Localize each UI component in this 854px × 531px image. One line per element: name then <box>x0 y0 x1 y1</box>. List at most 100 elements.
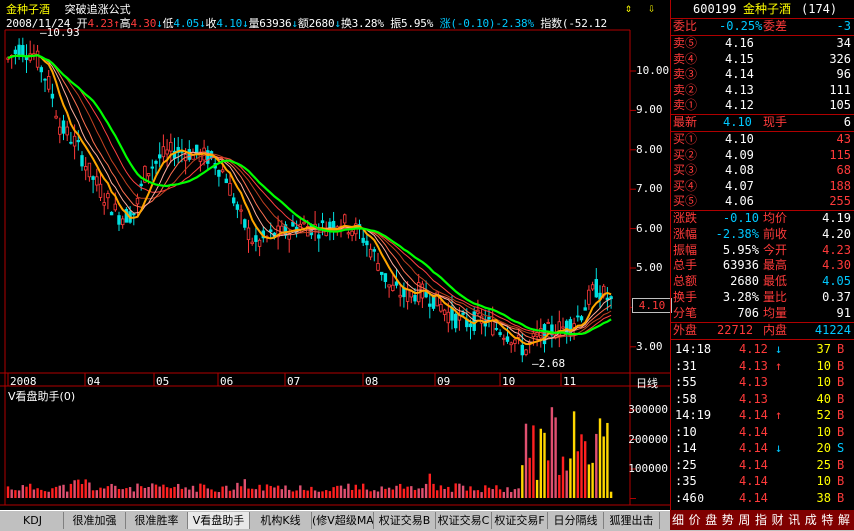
stat-row[interactable]: 总额 2680 最低 4.05 <box>671 274 854 289</box>
volume-bar <box>376 491 380 498</box>
indicator-tab[interactable]: 很准胜率 <box>126 512 188 529</box>
stat-row[interactable]: 分笔 706 均量 91 <box>671 306 854 321</box>
candle-body <box>453 313 458 329</box>
tick-row[interactable]: 14:18 4.12 ↓ 37 B <box>671 342 854 357</box>
indicator-tab[interactable]: 狐狸出击 <box>604 512 660 529</box>
volume-bar <box>99 487 102 498</box>
candle-body <box>350 230 354 236</box>
candle-body <box>361 237 365 243</box>
stat-label: 涨幅 <box>673 226 698 241</box>
indicator-tab[interactable]: V看盘助手 <box>188 512 250 529</box>
indicator-tab[interactable]: (修V超级MACD <box>312 512 374 529</box>
tick-price: 4.14 <box>739 408 768 422</box>
panel-tab[interactable]: 细 <box>672 512 684 528</box>
buy-price: 4.07 <box>725 178 754 193</box>
panel-tab[interactable]: 指 <box>755 512 767 528</box>
candle-body <box>494 328 499 330</box>
volume-bar <box>317 491 320 498</box>
buy-row[interactable]: 买⑤ 4.06 255 <box>671 194 854 209</box>
sell-level-label: 卖③ <box>673 67 698 82</box>
indicator-tab[interactable]: 机构K线 <box>250 512 312 529</box>
volume-bar <box>432 483 435 498</box>
panel-tab[interactable]: 周 <box>738 512 750 528</box>
neipan-value: 41224 <box>814 323 851 337</box>
candle-body <box>47 76 51 90</box>
candle-body <box>121 218 125 226</box>
sell-row[interactable]: 卖⑤ 4.16 34 <box>671 36 854 51</box>
stat-row[interactable]: 涨跌 -0.10 均价 4.19 <box>671 211 854 226</box>
kline-chart-area[interactable]: 金种子酒 突破追涨公式 2008/11/24 开4.23↑高4.30↓低4.05… <box>0 0 704 510</box>
indicator-tab[interactable]: 权证交易B <box>374 512 436 529</box>
turnover-label: 换 <box>340 17 352 30</box>
volume-bar <box>73 480 76 498</box>
tick-row[interactable]: :31 4.13 ↑ 10 B <box>671 359 854 374</box>
tick-row[interactable]: 14:19 4.14 ↑ 52 B <box>671 408 854 423</box>
buy-volume: 188 <box>829 178 851 193</box>
stat-row[interactable]: 换手 3.28% 量比 0.37 <box>671 290 854 305</box>
panel-tab[interactable]: 价 <box>689 512 701 528</box>
candle-body <box>594 279 598 298</box>
buy-row[interactable]: 买④ 4.07 188 <box>671 179 854 194</box>
candle-body <box>579 316 584 321</box>
sell-row[interactable]: 卖② 4.13 111 <box>671 83 854 98</box>
current-price-value: 4.10 <box>638 299 666 312</box>
volume-bar <box>147 486 150 498</box>
volume-bar <box>336 485 339 498</box>
sell-row[interactable]: 卖③ 4.14 96 <box>671 67 854 82</box>
panel-tab[interactable]: 财 <box>772 512 784 528</box>
index-label: 指数 <box>540 17 562 30</box>
volume-bar <box>106 486 110 498</box>
pin-icon[interactable]: ⇩ <box>648 1 655 15</box>
tick-price: 4.14 <box>739 474 768 488</box>
panel-tab[interactable]: 特 <box>821 512 833 528</box>
panel-tab[interactable]: 解 <box>838 512 850 528</box>
stat-value: -0.10 <box>722 211 759 225</box>
kline-chart-svg[interactable] <box>0 0 670 510</box>
panel-tab[interactable]: 讯 <box>788 512 800 528</box>
volume-bar <box>84 479 87 498</box>
volume-bar <box>14 490 17 498</box>
volume-bar <box>465 490 468 498</box>
tick-row[interactable]: :46 4.14 38 B <box>671 491 854 506</box>
sell-row[interactable]: 卖① 4.12 105 <box>671 98 854 113</box>
tick-volume: 10 <box>816 375 831 389</box>
indicator-tab[interactable]: 日分隔线 <box>548 512 604 529</box>
panel-tab[interactable]: 势 <box>722 512 734 528</box>
buy-row[interactable]: 买① 4.10 43 <box>671 132 854 147</box>
sell-volume: 34 <box>836 36 851 50</box>
buy-row[interactable]: 买② 4.09 115 <box>671 148 854 163</box>
tick-row[interactable]: :10 4.14 10 B <box>671 425 854 440</box>
indicator-tab[interactable]: 权证交易F <box>492 512 548 529</box>
tick-row[interactable]: :35 4.14 10 B <box>671 474 854 489</box>
candle-body <box>587 289 591 305</box>
candle-body <box>368 248 373 258</box>
tick-price: 4.14 <box>739 457 768 472</box>
tick-row[interactable]: :55 4.13 10 B <box>671 375 854 390</box>
indicator-tab[interactable]: KDJ <box>2 512 64 529</box>
candle-body <box>413 294 417 302</box>
buy-volume: 68 <box>836 163 851 178</box>
subchart-title[interactable]: V看盘助手(0) <box>8 388 75 404</box>
tick-row[interactable]: :14 4.14 ↓ 20 S <box>671 441 854 456</box>
volume-bar <box>91 490 95 498</box>
tick-row[interactable]: :58 4.13 40 B <box>671 392 854 407</box>
stat-row[interactable]: 涨幅 -2.38% 前收 4.20 <box>671 227 854 242</box>
volume-bar <box>373 490 376 498</box>
sell-row[interactable]: 卖④ 4.15 326 <box>671 52 854 67</box>
current-price-tag: 4.10 <box>632 298 672 313</box>
panel-tab[interactable]: 盘 <box>705 512 717 528</box>
stat-row[interactable]: 总手 63936 最高 4.30 <box>671 258 854 273</box>
volume-bar <box>498 489 502 498</box>
expand-arrows-icon[interactable]: ⇕ <box>625 1 632 15</box>
volume-bar <box>528 457 531 498</box>
tick-arrow-icon: ↑ <box>775 358 783 373</box>
candle-body <box>80 155 84 167</box>
indicator-tab[interactable]: 权证交易C <box>436 512 492 529</box>
indicator-tab[interactable]: 很准加强 <box>64 512 126 529</box>
volume-bar <box>217 492 221 498</box>
period-label[interactable]: 日线 <box>636 375 658 391</box>
tick-row[interactable]: :25 4.14 25 B <box>671 458 854 473</box>
panel-tab[interactable]: 成 <box>805 512 817 528</box>
stat-row[interactable]: 振幅 5.95% 今开 4.23 <box>671 243 854 258</box>
buy-row[interactable]: 买③ 4.08 68 <box>671 163 854 178</box>
